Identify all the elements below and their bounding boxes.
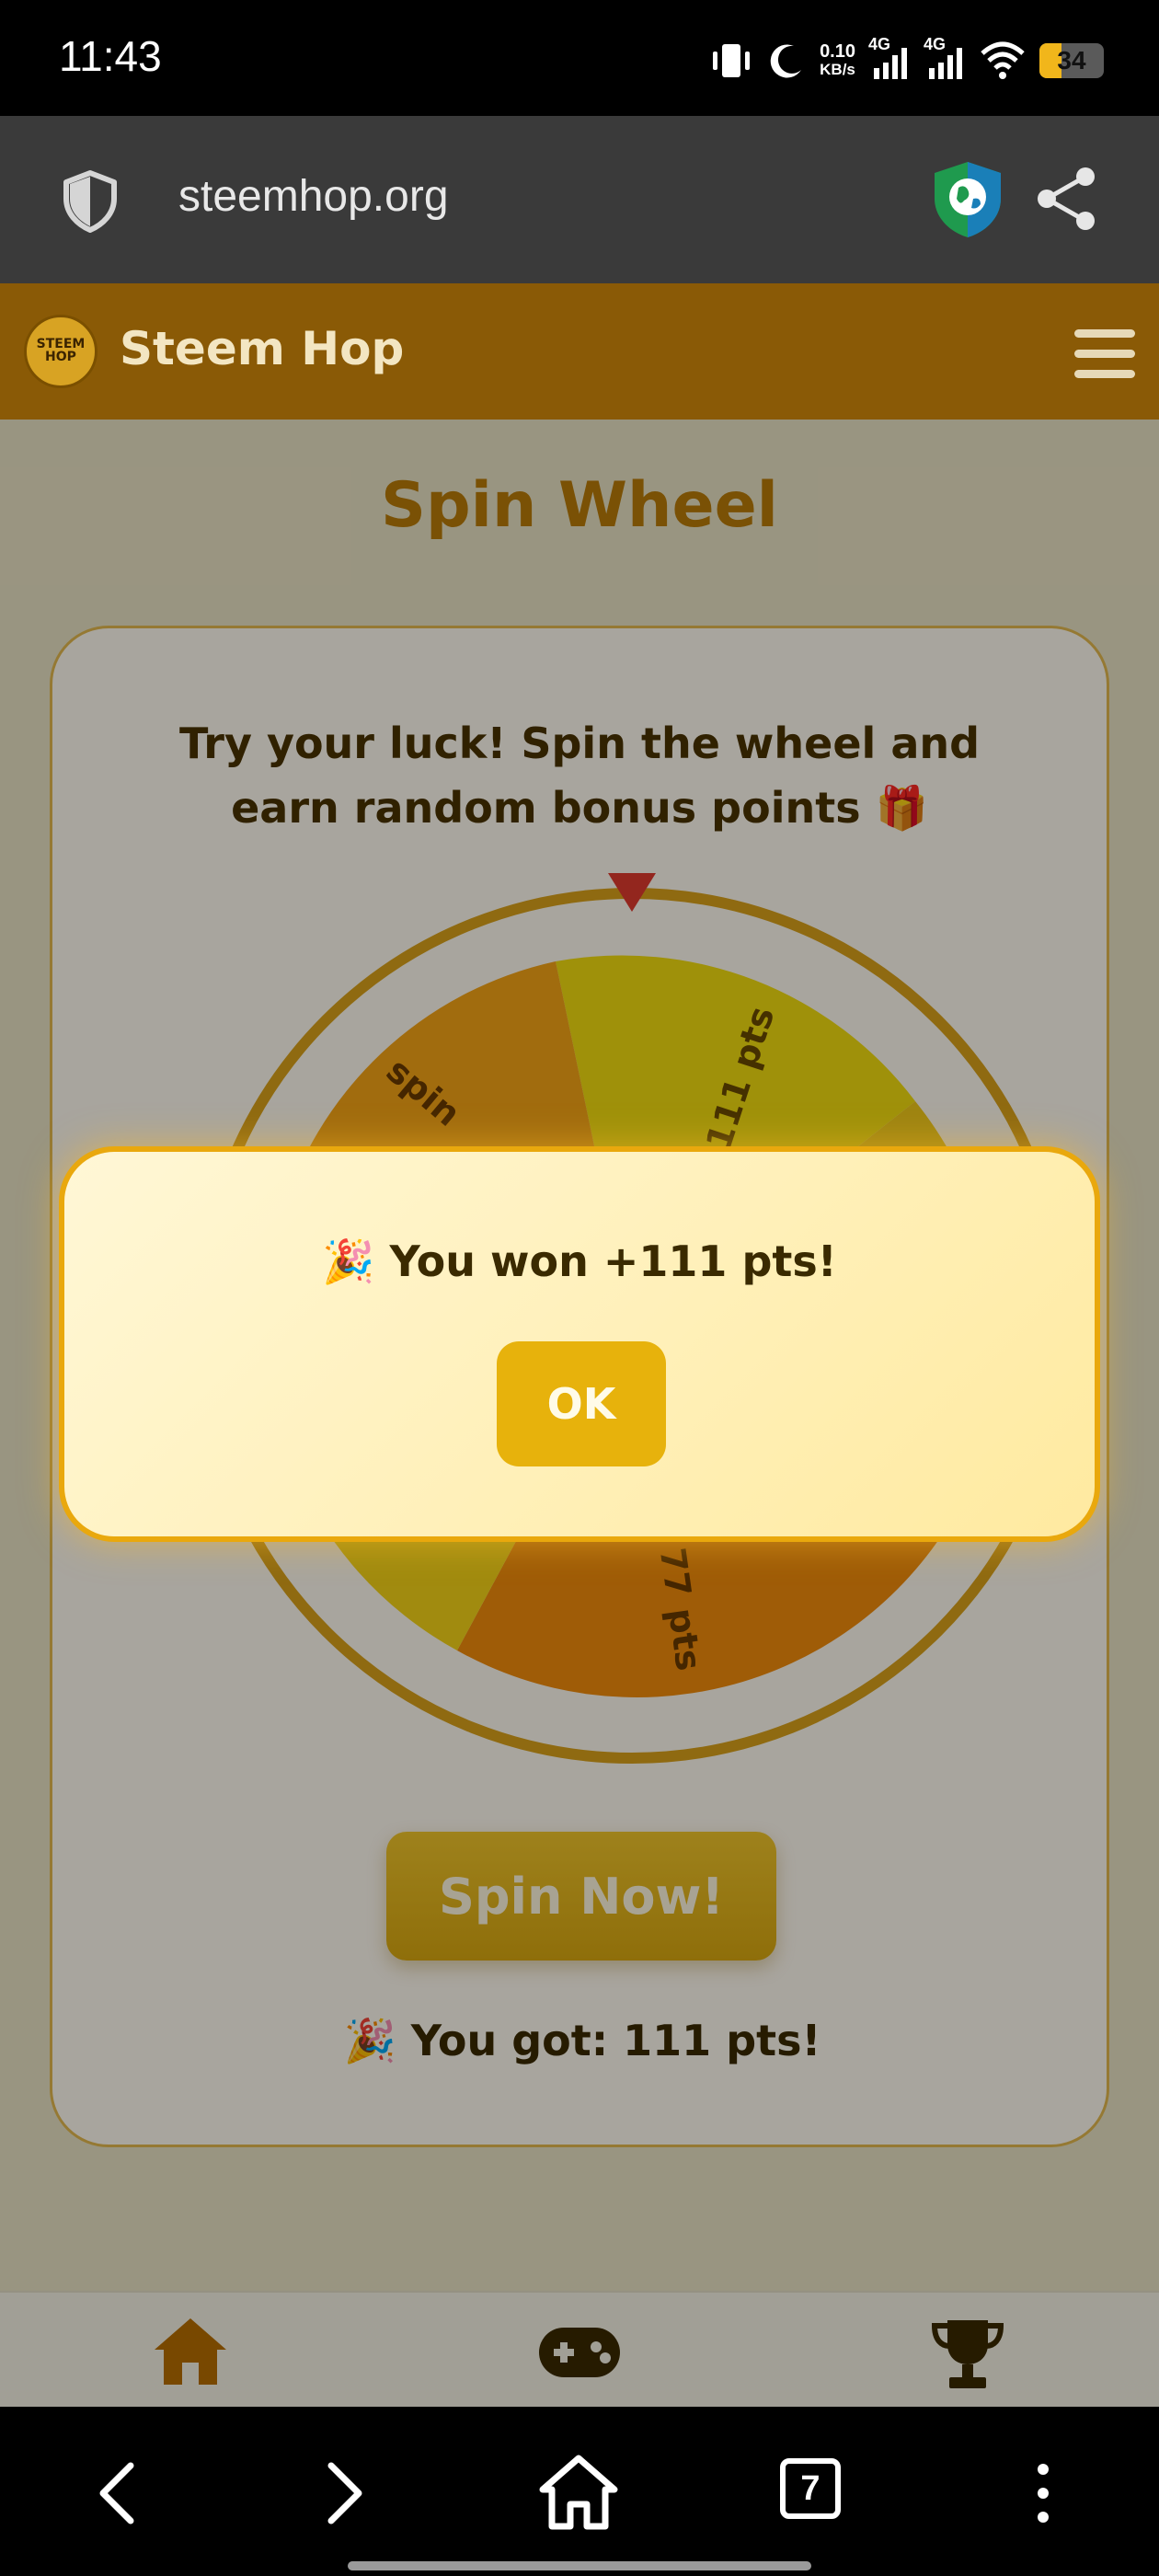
- win-message: 🎉 You won +111 pts!: [322, 1236, 837, 1286]
- share-icon[interactable]: [1034, 164, 1098, 234]
- vibrate-icon: [713, 44, 751, 77]
- signal-icon: 4G: [924, 35, 966, 81]
- gesture-bar[interactable]: [348, 2561, 811, 2570]
- browser-toolbar: steemhop.org: [0, 116, 1159, 283]
- vpn-globe-icon[interactable]: [931, 160, 1004, 239]
- status-time: 11:43: [59, 32, 162, 80]
- win-modal: 🎉 You won +111 pts! OK: [59, 1146, 1100, 1542]
- site-name[interactable]: Steem Hop: [120, 322, 404, 375]
- site-header: STEEM HOP Steem Hop: [0, 283, 1159, 420]
- tab-count-button[interactable]: 7: [780, 2458, 841, 2519]
- hamburger-menu-icon[interactable]: [1074, 329, 1135, 379]
- browser-home-icon[interactable]: [537, 2453, 620, 2532]
- wifi-icon: [981, 41, 1025, 79]
- ok-button[interactable]: OK: [497, 1341, 666, 1466]
- net-speed: 0.10 KB/s: [820, 42, 855, 79]
- logo-line2: HOP: [45, 350, 76, 364]
- site-logo[interactable]: STEEM HOP: [24, 315, 98, 388]
- shield-icon[interactable]: [57, 167, 123, 234]
- url-bar[interactable]: steemhop.org: [178, 171, 449, 222]
- signal-icon: 4G: [868, 35, 911, 81]
- forward-icon[interactable]: [324, 2460, 366, 2526]
- back-icon[interactable]: [96, 2460, 138, 2526]
- net-speed-value: 0.10: [820, 41, 855, 62]
- battery-level: 34: [1057, 46, 1086, 75]
- status-icons: 0.10 KB/s 4G 4G 34: [709, 33, 1104, 88]
- more-options-icon[interactable]: [1032, 2460, 1054, 2526]
- status-bar: 11:43 0.10 KB/s 4G 4G 34: [0, 0, 1159, 116]
- moon-icon: [770, 44, 802, 78]
- logo-line1: STEEM: [36, 337, 86, 351]
- net-speed-unit: KB/s: [820, 61, 855, 78]
- battery-icon: 34: [1039, 43, 1104, 78]
- android-nav-bar: 7: [0, 2407, 1159, 2576]
